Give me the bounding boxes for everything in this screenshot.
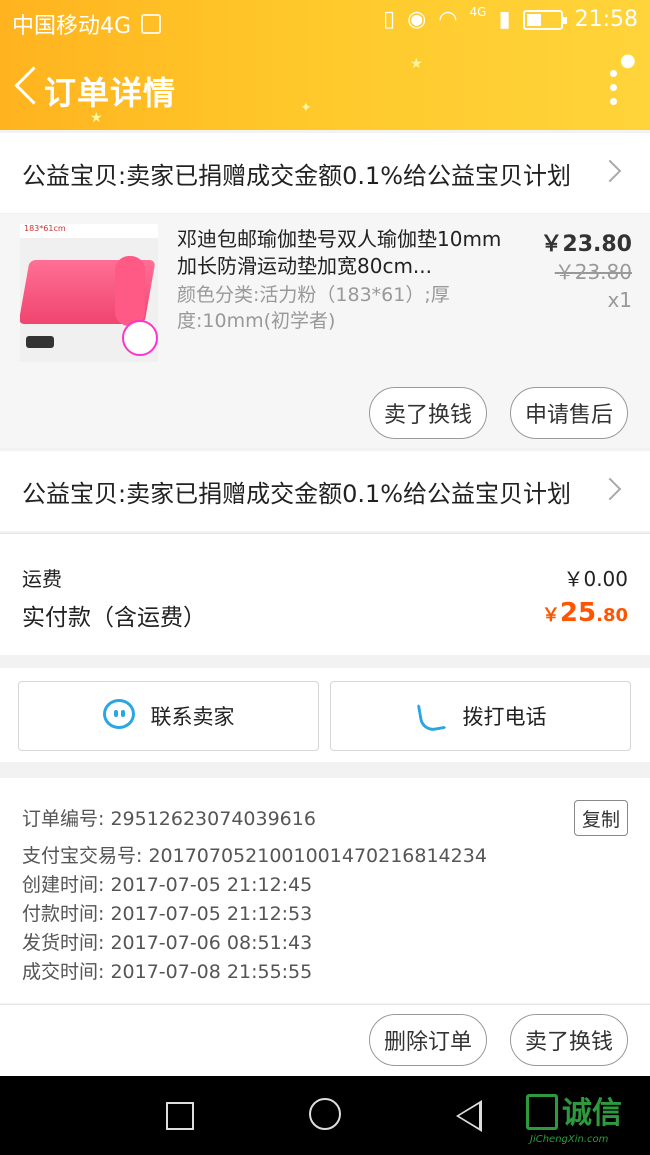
chevron-right-icon <box>598 477 622 501</box>
charity-promo-row[interactable]: 公益宝贝:卖家已捐赠成交金额0.1%给公益宝贝计划 <box>0 451 650 531</box>
paid-currency: ￥ <box>541 605 560 626</box>
contact-seller-button[interactable]: 联系卖家 <box>18 681 319 751</box>
sell-button[interactable]: 卖了换钱 <box>510 1014 628 1066</box>
top-bar: ★ ✦ ★ ● 中国移动4G ▯ ◉ ◠ 4G ▮ 21:58 订单详情 <box>0 0 650 130</box>
watermark-url: JiChengXin.com <box>530 1134 609 1145</box>
shipping-value: ￥0.00 <box>563 567 628 591</box>
delete-order-button[interactable]: 删除订单 <box>369 1014 487 1066</box>
sell-button[interactable]: 卖了换钱 <box>369 387 487 439</box>
vibrate-icon: ▯ <box>383 7 396 32</box>
recent-apps-icon[interactable] <box>166 1102 194 1130</box>
paid-integer: 25 <box>559 598 597 628</box>
carrier-label: 中国移动4G <box>12 14 132 39</box>
product-price: ￥23.80 <box>540 232 632 257</box>
product-sku: 颜色分类:活力粉（183*61）;厚度:10mm(初学者) <box>177 284 450 332</box>
product-original-price: ￥23.80 <box>554 260 632 284</box>
shipped-time: 发货时间: 2017-07-06 08:51:43 <box>22 932 313 954</box>
charity-promo-text: 公益宝贝:卖家已捐赠成交金额0.1%给公益宝贝计划 <box>22 161 572 190</box>
signal-icon: ▮ <box>498 7 511 32</box>
charity-promo-row[interactable]: 公益宝贝:卖家已捐赠成交金额0.1%给公益宝贝计划 <box>0 133 650 213</box>
status-bar: 中国移动4G ▯ ◉ ◠ 4G ▮ 21:58 <box>0 0 650 44</box>
network-badge: 4G <box>469 4 487 19</box>
product-title[interactable]: 邓迪包邮瑜伽垫号双人瑜伽垫10mm加长防滑运动垫加宽80cm... <box>177 226 517 280</box>
more-menu-icon[interactable] <box>610 70 620 110</box>
alipay-trade-number: 支付宝交易号: 2017070521001001470216814234 <box>22 845 487 867</box>
watermark: 诚信 JiChengXin.com <box>526 1084 644 1148</box>
thumb-size-tag: 183*61cm <box>20 224 158 238</box>
charity-promo-text: 公益宝贝:卖家已捐赠成交金额0.1%给公益宝贝计划 <box>22 479 572 508</box>
product-quantity: x1 <box>607 288 632 312</box>
call-label: 拨打电话 <box>462 705 547 729</box>
fee-section <box>0 533 650 655</box>
shipping-label: 运费 <box>22 567 62 591</box>
battery-icon <box>522 9 567 30</box>
watermark-text: 诚信 <box>562 1096 622 1131</box>
phone-icon <box>415 698 449 734</box>
eye-icon: ◉ <box>407 7 427 32</box>
order-number: 订单编号: 29512623074039616 <box>22 808 316 830</box>
back-nav-icon[interactable] <box>456 1100 482 1132</box>
image-notification-icon <box>141 14 162 34</box>
copy-button[interactable]: 复制 <box>574 800 628 836</box>
chat-icon <box>102 699 137 733</box>
back-icon[interactable] <box>8 64 44 112</box>
closed-time: 成交时间: 2017-07-08 21:55:55 <box>22 961 313 983</box>
home-icon[interactable] <box>309 1098 341 1130</box>
call-button[interactable]: 拨打电话 <box>330 681 631 751</box>
paid-amount: ￥25.80 <box>542 598 628 628</box>
created-time: 创建时间: 2017-07-05 21:12:45 <box>22 874 313 896</box>
page-title: 订单详情 <box>44 74 177 112</box>
aftersale-button[interactable]: 申请售后 <box>510 387 628 439</box>
contact-seller-label: 联系卖家 <box>150 705 235 729</box>
wifi-icon: ◠ <box>438 7 458 32</box>
paid-decimal: .80 <box>596 605 628 626</box>
chevron-right-icon <box>598 159 622 183</box>
clock: 21:58 <box>574 7 638 32</box>
nav-bar: 订单详情 <box>0 44 650 130</box>
watermark-logo-icon <box>526 1094 558 1130</box>
paid-label: 实付款（含运费） <box>22 605 206 631</box>
product-thumbnail[interactable]: 183*61cm <box>20 224 158 362</box>
paid-time: 付款时间: 2017-07-05 21:12:53 <box>22 903 313 925</box>
